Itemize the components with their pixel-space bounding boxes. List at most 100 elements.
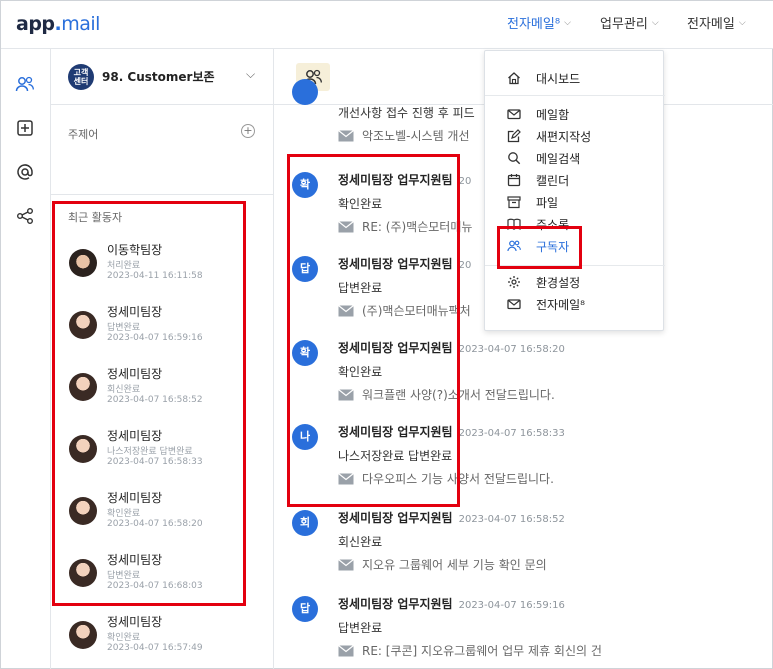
feed-item[interactable]: 확 정세미팀장 업무지원팀 2023-04-07 16:58:20 확인완료 워크… [274,334,773,416]
menu-item-address-book[interactable]: 주소록 [485,213,665,235]
menu-item-dashboard[interactable]: 대시보드 [485,67,665,89]
activity-item[interactable]: 정세미팀장 답변완료 2023-04-07 16:68:03 [51,543,274,605]
chevron-down-icon[interactable]: ⌵ [246,67,255,82]
activity-item[interactable]: 정세미팀장 회신완료 2023-04-07 16:58:52 [51,357,274,419]
envelope-icon [338,220,354,232]
menu-divider [485,265,665,266]
activity-time: 2023-04-11 16:11:58 [107,271,203,281]
activity-item[interactable]: 정세미팀장 답변완료 2023-04-07 16:59:16 [51,295,274,357]
topic-label: 주제어 [68,128,99,141]
menu-item-settings[interactable]: 환경설정 [485,271,665,293]
feed-mail-link[interactable]: 지오유 그룹웨어 세부 기능 확인 문의 [338,556,547,573]
feed-action: 확인완료 [338,365,383,379]
share-icon[interactable] [14,205,36,227]
team-selector[interactable]: 고객 센터 98. Customer보존 ⌵ [51,49,274,105]
activity-name: 정세미팀장 [107,491,163,505]
feed-mail-link[interactable]: 워크플랜 사양(?)소개서 전달드립니다. [338,386,555,403]
divider [51,194,274,195]
feed-action: 나스저장완료 답변완료 [338,449,453,463]
feed-mail-link[interactable]: 다우오피스 기능 사양서 전달드립니다. [338,470,554,487]
nav-label: 업무관리 [600,17,648,32]
menu-item-subscribers[interactable]: 구독자 [485,235,665,257]
activity-name: 정세미팀장 [107,429,163,443]
plus-square-icon[interactable] [14,117,36,139]
menu-item-mailbox[interactable]: 메일함 [485,103,665,125]
at-sign-icon[interactable] [14,161,36,183]
nav-label: 전자메일⁸ [507,17,561,32]
app-window: app.mail 전자메일⁸ ⌵ 업무관리 ⌵ 전자메일 ⌵ 고객 센터 98. Cu… [0,0,773,669]
menu-label: 환경설정 [536,276,581,290]
menu-label: 구독자 [536,240,570,254]
add-topic-icon[interactable]: + [241,124,255,138]
activity-time: 2023-04-07 16:59:16 [107,333,203,343]
nav-work-management[interactable]: 업무관리 ⌵ [600,13,659,32]
activity-item[interactable]: 정세미팀장 확인완료 2023-04-07 16:57:49 [51,605,274,667]
feed-mail-link[interactable]: RE: [쿠콘] 지오유그룹웨어 업무 제휴 회신의 건 [338,642,602,659]
feed-mail-subject: RE: [쿠콘] 지오유그룹웨어 업무 제휴 회신의 건 [362,644,602,658]
feed-badge: 답 [292,596,318,622]
search-icon [508,152,521,165]
menu-item-compose[interactable]: 새편지작성 [485,125,665,147]
chevron-down-icon: ⌵ [651,17,659,28]
feed-badge: 회 [292,510,318,536]
feed-action: 답변완료 [338,281,383,295]
envelope-icon [338,558,354,570]
avatar [69,249,97,277]
avatar [69,559,97,587]
activity-item[interactable]: 이동학팀장 처리완료 2023-04-11 16:11:58 [51,233,274,295]
menu-item-email8[interactable]: 전자메일⁸ [485,293,665,315]
menu-item-calendar[interactable]: 캘린더 [485,169,665,191]
avatar [69,435,97,463]
feed-badge: 답 [292,256,318,282]
feed-mail-link[interactable]: RE: (주)맥슨모터매뉴 [338,218,472,235]
activity-status: 처리완료 [107,261,141,271]
menu-label: 전자메일⁸ [536,298,585,312]
feed-mail-subject: 악조노벨-시스템 개선 [362,129,470,143]
logo-app-text: app [16,13,55,35]
envelope-icon [338,644,354,656]
activity-name: 정세미팀장 [107,305,163,319]
menu-label: 대시보드 [536,72,581,86]
feed-time: 2023-04-07 16:58:52 [458,514,565,525]
feed-action: 확인완료 [338,197,383,211]
nav-email8[interactable]: 전자메일⁸ ⌵ [507,13,571,32]
feed-time: 20 [458,176,472,187]
feed-badge: 확 [292,340,318,366]
email-app-dropdown: 대시보드 메일함 새편지작성 메일검색 캘린더 파일 주소록 구독자 환경설정 … [484,50,665,331]
menu-label: 파일 [536,196,559,210]
feed-badge [292,79,318,105]
activity-time: 2023-04-07 16:57:49 [107,643,203,653]
envelope-icon [338,472,354,484]
mail-icon [507,109,521,120]
feed-badge: 확 [292,172,318,198]
people-icon[interactable] [14,73,36,95]
activity-item[interactable]: 정세미팀장 확인완료 2023-04-07 16:58:20 [51,481,274,543]
app-logo[interactable]: app.mail [16,13,100,35]
subscribers-icon [507,240,521,252]
feed-mail-subject: (주)맥슨모터매뉴팩처 [362,304,471,318]
mail-icon [507,299,521,310]
feed-item[interactable]: 회 정세미팀장 업무지원팀 2023-04-07 16:58:52 회신완료 지오… [274,504,773,586]
activity-item[interactable]: 정세미팀장 나스저장완료 답변완료 2023-04-07 16:58:33 [51,419,274,481]
feed-item[interactable]: 답 정세미팀장 업무지원팀 2023-04-07 16:59:16 답변완료 RE… [274,590,773,669]
file-box-icon [507,196,521,209]
activity-time: 2023-04-07 16:58:20 [107,519,203,529]
feed-time: 2023-04-07 16:59:16 [458,600,565,611]
feed-title: 정세미팀장 업무지원팀 2023-04-07 16:59:16 [338,595,565,612]
menu-item-files[interactable]: 파일 [485,191,665,213]
home-icon [508,72,520,85]
feed-time: 2023-04-07 16:58:20 [458,344,565,355]
recent-activity-label: 최근 활동자 [68,211,123,224]
calendar-icon [507,174,521,187]
feed-mail-link[interactable]: 악조노벨-시스템 개선 [338,127,470,144]
menu-divider [485,95,665,96]
feed-mail-link[interactable]: (주)맥슨모터매뉴팩처 [338,302,471,319]
sidebar: 고객 센터 98. Customer보존 ⌵ 주제어 + 최근 활동자 이동학팀… [51,49,274,669]
activity-time: 2023-04-07 16:68:03 [107,581,203,591]
avatar [69,621,97,649]
address-book-icon [507,218,521,230]
feed-item[interactable]: 나 정세미팀장 업무지원팀 2023-04-07 16:58:33 나스저장완료 … [274,418,773,500]
menu-item-mail-search[interactable]: 메일검색 [485,147,665,169]
nav-email[interactable]: 전자메일 ⌵ [687,13,746,32]
logo-mail-text: mail [61,13,100,35]
